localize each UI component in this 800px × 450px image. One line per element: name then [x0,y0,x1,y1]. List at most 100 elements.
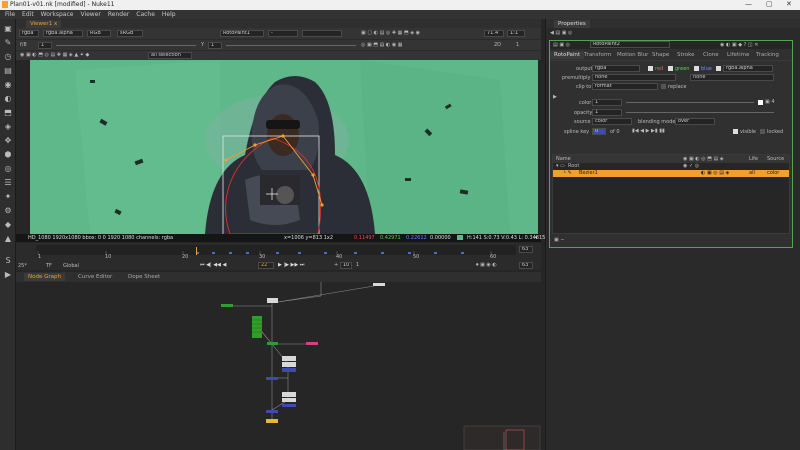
menu-file[interactable]: File [5,11,15,18]
end-display-field[interactable]: 63 [519,262,533,269]
alpha-channel-select[interactable]: rgba.alpha [723,65,773,72]
viewer-canvas[interactable] [30,60,538,234]
locked-checkbox[interactable] [760,129,765,134]
tree-col-life[interactable]: Life [749,156,758,162]
selection-select[interactable]: all selection [148,52,192,59]
timeline[interactable]: 1 10 20 30 40 50 60 63 25* TF Global ⏮ ◀… [16,243,541,270]
keyer-icon[interactable]: ⬒ [3,107,13,117]
layer-select[interactable]: rgba [19,30,39,37]
menu-cache[interactable]: Cache [136,11,155,18]
viewer-toggle-icons[interactable]: ◎ ▣ ⬒ ▤ ◐ ◉ ▦ [361,42,403,48]
tree-col-source[interactable]: Source [767,156,784,162]
channel-icon[interactable]: ▤ [3,65,13,75]
node-white-3[interactable] [282,392,296,397]
tab-tracking[interactable]: Tracking [752,51,783,59]
filter-icon[interactable]: ◐ [3,93,13,103]
color-icon[interactable]: ◉ [3,79,13,89]
transform-icon[interactable]: ✥ [3,135,13,145]
views-icon[interactable]: ◎ [3,163,13,173]
view-select[interactable]: sRGB [117,30,143,37]
time-icon[interactable]: ◷ [3,51,13,61]
close-icon[interactable]: ✕ [786,0,792,8]
spline-key-field[interactable]: 0 [592,128,606,135]
properties-toolbar-icons[interactable]: ◀ ▤ ▣ ◎ [550,30,572,36]
node-blue-2[interactable] [266,377,278,380]
color-picker-icons[interactable]: ▣ 4 [765,99,775,105]
gain-slider[interactable] [56,45,196,46]
replace-checkbox[interactable] [661,84,666,89]
node-graph-minimap[interactable] [463,425,541,450]
metadata-icon[interactable]: ☰ [3,177,13,187]
increment-field[interactable]: 10 [340,262,352,269]
color-swatch[interactable] [758,100,763,105]
tab-properties[interactable]: Properties [554,20,590,28]
output-select[interactable]: rgba [592,65,640,72]
node-graph[interactable] [16,282,541,450]
fps-field[interactable]: 25* [18,263,27,269]
cache-icons[interactable]: ⏺ ▣ ◉ ◐ [476,262,497,268]
furnace-icon[interactable]: ▲ [3,233,13,243]
particles-icon[interactable]: ✦ [3,191,13,201]
toolsets-icon[interactable]: ⚙ [3,205,13,215]
node-green-stack[interactable] [252,316,262,338]
menu-edit[interactable]: Edit [22,11,34,18]
node-green-small[interactable] [221,304,233,307]
spline-key-buttons[interactable]: ▮◀ ◀ ▶ ▶▮ ▮▮ [632,128,665,134]
tab-lifetime[interactable]: Lifetime [723,51,753,59]
tab-viewer1[interactable]: Viewer1 x [26,20,62,28]
red-checkbox[interactable] [648,66,653,71]
info-menu-icon[interactable]: ▾ [535,235,538,241]
input-b-select[interactable] [302,30,342,37]
menu-render[interactable]: Render [108,11,129,18]
node-header-icons[interactable]: ▤ ▣ ◎ [553,42,570,48]
current-frame-field[interactable]: 22 [258,262,274,269]
root-expand-icon[interactable]: ▾ ▭ [556,163,565,169]
channel-select[interactable]: rgba.alpha [43,30,83,37]
node-blue-4[interactable] [266,410,278,413]
green-checkbox[interactable] [668,66,673,71]
tab-clone[interactable]: Clone [699,51,723,59]
root-row-icons[interactable]: ◉ ✓ ◎ [683,163,699,169]
minimize-icon[interactable]: — [745,0,752,8]
node-write[interactable] [266,419,278,423]
tab-stroke[interactable]: Stroke [673,51,699,59]
roto-option-icons[interactable]: ◉ ▣ ◐ ⬒ ◎ ▤ ✚ ▦ ◈ ▲ ✦ ◆ [20,52,89,58]
gamma-slider[interactable] [226,45,356,46]
view-mode-label[interactable]: 2D [494,42,501,48]
bezier-row-icons[interactable]: ◐ ▣ ◎ ▤ ◈ [701,170,729,176]
wipe-select[interactable]: - [268,30,298,37]
frame-label[interactable]: 1 [516,42,519,48]
zoom-select[interactable]: 71.4 [484,30,504,37]
tab-close-icon[interactable]: x [54,21,57,27]
node-white-2[interactable] [282,362,296,367]
tab-dope-sheet[interactable]: Dope Sheet [124,273,164,281]
tree-row-root[interactable]: ▾ ▭ Root ◉ ✓ ◎ [553,163,789,170]
premultiply-select[interactable]: none [592,74,676,81]
viewer-mode-icons[interactable]: ▣ ▢ ◐ ▤ ◎ ✚ ▦ ⬒ ◈ ◉ [361,30,420,36]
node-blue-3[interactable] [282,404,296,407]
expand-icon[interactable]: ▶ [553,94,557,100]
visible-checkbox[interactable] [733,129,738,134]
tab-node-graph[interactable]: Node Graph [24,273,65,281]
source-select[interactable]: color [592,118,632,125]
node-header-right-icons[interactable]: ◉ ◐ ▣ ◆ ? ◫ ✕ [720,42,758,48]
node-top-white[interactable] [373,283,385,286]
menu-workspace[interactable]: Workspace [41,11,74,18]
image-icon[interactable]: ▣ [3,23,13,33]
node-white-4[interactable] [282,398,296,402]
end-frame-field[interactable]: 63 [519,246,533,253]
tab-transform[interactable]: Transform [580,51,615,59]
maximize-icon[interactable]: ▢ [766,0,773,8]
tf-field[interactable]: TF [46,263,52,269]
tab-curve-editor[interactable]: Curve Editor [74,273,116,281]
playback-controls[interactable]: ⏮ ◀| ◀◀ ◀ [200,262,226,268]
colorspace-select[interactable]: RGB [87,30,111,37]
tab-rotopaint[interactable]: RotoPaint [550,51,585,59]
node-name-field[interactable]: RotoPaint2 [590,41,670,48]
step-field[interactable]: 1 [356,262,359,268]
node-pink[interactable] [306,342,318,345]
node-green-merge[interactable] [267,342,278,345]
node-blue-1[interactable] [282,368,296,372]
clip-to-select[interactable]: format [592,83,658,90]
python-icon[interactable]: ▶ [3,269,13,279]
